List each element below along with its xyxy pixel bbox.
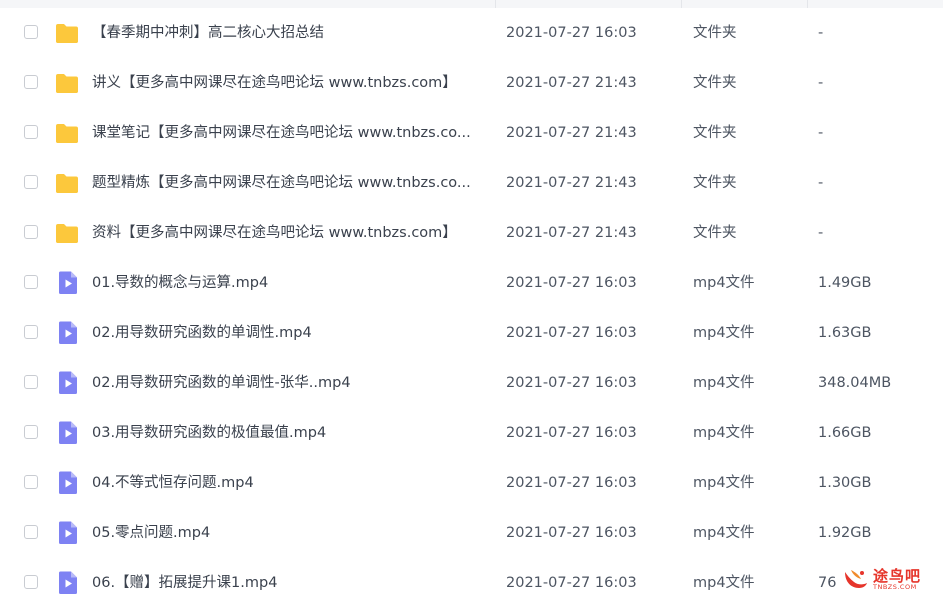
file-size: - [818, 25, 824, 41]
file-type: 文件夹 [693, 25, 737, 41]
file-type: mp4文件 [693, 425, 755, 441]
row-checkbox[interactable] [24, 325, 38, 339]
file-modified-date: 2021-07-27 21:43 [506, 75, 637, 91]
file-type: mp4文件 [693, 525, 755, 541]
file-type: mp4文件 [693, 575, 755, 591]
bird-logo-icon [841, 566, 869, 592]
file-name[interactable]: 题型精炼【更多高中网课尽在途鸟吧论坛 www.tnbzs.co... [92, 173, 487, 193]
file-modified-date: 2021-07-27 21:43 [506, 125, 637, 141]
file-row[interactable]: 资料【更多高中网课尽在途鸟吧论坛 www.tnbzs.com】 2021-07-… [0, 208, 943, 258]
video-file-icon [55, 571, 79, 594]
file-name[interactable]: 04.不等式恒存问题.mp4 [92, 473, 487, 493]
file-modified-date: 2021-07-27 16:03 [506, 475, 637, 491]
file-row[interactable]: 讲义【更多高中网课尽在途鸟吧论坛 www.tnbzs.com】 2021-07-… [0, 58, 943, 108]
file-type: mp4文件 [693, 325, 755, 341]
file-row[interactable]: 04.不等式恒存问题.mp4 2021-07-27 16:03 mp4文件 1.… [0, 458, 943, 508]
file-modified-date: 2021-07-27 16:03 [506, 325, 637, 341]
file-size: 1.30GB [818, 475, 872, 491]
row-checkbox[interactable] [24, 375, 38, 389]
file-modified-date: 2021-07-27 16:03 [506, 275, 637, 291]
file-size: 1.92GB [818, 525, 872, 541]
file-name[interactable]: 课堂笔记【更多高中网课尽在途鸟吧论坛 www.tnbzs.co... [92, 123, 487, 143]
file-modified-date: 2021-07-27 16:03 [506, 425, 637, 441]
file-size: 348.04MB [818, 375, 892, 391]
folder-icon [55, 222, 79, 244]
row-checkbox[interactable] [24, 475, 38, 489]
site-watermark: 途鸟吧 TNBZS.COM [839, 564, 935, 594]
file-name[interactable]: 02.用导数研究函数的单调性.mp4 [92, 323, 487, 343]
file-name[interactable]: 资料【更多高中网课尽在途鸟吧论坛 www.tnbzs.com】 [92, 223, 487, 243]
row-checkbox[interactable] [24, 225, 38, 239]
file-modified-date: 2021-07-27 16:03 [506, 575, 637, 591]
file-size: - [818, 125, 824, 141]
folder-icon [55, 122, 79, 144]
file-size: 1.63GB [818, 325, 872, 341]
file-size: 1.66GB [818, 425, 872, 441]
file-name[interactable]: 05.零点问题.mp4 [92, 523, 487, 543]
video-file-icon [55, 271, 79, 294]
file-type: mp4文件 [693, 275, 755, 291]
file-row[interactable]: 01.导数的概念与运算.mp4 2021-07-27 16:03 mp4文件 1… [0, 258, 943, 308]
file-row[interactable]: 02.用导数研究函数的单调性-张华..mp4 2021-07-27 16:03 … [0, 358, 943, 408]
video-file-icon [55, 471, 79, 494]
video-file-icon [55, 521, 79, 544]
file-row[interactable]: 题型精炼【更多高中网课尽在途鸟吧论坛 www.tnbzs.co... 2021-… [0, 158, 943, 208]
file-modified-date: 2021-07-27 16:03 [506, 25, 637, 41]
file-size: - [818, 75, 824, 91]
file-name[interactable]: 02.用导数研究函数的单调性-张华..mp4 [92, 373, 487, 393]
file-size: - [818, 175, 824, 191]
file-type: 文件夹 [693, 125, 737, 141]
file-name[interactable]: 【春季期中冲刺】高二核心大招总结 [92, 23, 487, 43]
video-file-icon [55, 321, 79, 344]
file-size: 1.49GB [818, 275, 872, 291]
row-checkbox[interactable] [24, 575, 38, 589]
file-name[interactable]: 03.用导数研究函数的极值最值.mp4 [92, 423, 487, 443]
folder-icon [55, 172, 79, 194]
file-type: 文件夹 [693, 225, 737, 241]
file-type: mp4文件 [693, 475, 755, 491]
file-type: 文件夹 [693, 75, 737, 91]
file-list: 【春季期中冲刺】高二核心大招总结 2021-07-27 16:03 文件夹 - … [0, 8, 943, 608]
file-row[interactable]: 03.用导数研究函数的极值最值.mp4 2021-07-27 16:03 mp4… [0, 408, 943, 458]
file-size: - [818, 225, 824, 241]
row-checkbox[interactable] [24, 125, 38, 139]
file-size: 76 [818, 575, 837, 591]
file-modified-date: 2021-07-27 16:03 [506, 525, 637, 541]
file-name[interactable]: 讲义【更多高中网课尽在途鸟吧论坛 www.tnbzs.com】 [92, 73, 487, 93]
file-row[interactable]: 02.用导数研究函数的单调性.mp4 2021-07-27 16:03 mp4文… [0, 308, 943, 358]
row-checkbox[interactable] [24, 75, 38, 89]
file-type: 文件夹 [693, 175, 737, 191]
folder-icon [55, 72, 79, 94]
file-type: mp4文件 [693, 375, 755, 391]
file-modified-date: 2021-07-27 21:43 [506, 225, 637, 241]
list-header-strip [0, 0, 943, 8]
row-checkbox[interactable] [24, 425, 38, 439]
file-row[interactable]: 05.零点问题.mp4 2021-07-27 16:03 mp4文件 1.92G… [0, 508, 943, 558]
file-row[interactable]: 课堂笔记【更多高中网课尽在途鸟吧论坛 www.tnbzs.co... 2021-… [0, 108, 943, 158]
watermark-domain: TNBZS.COM [873, 583, 917, 591]
video-file-icon [55, 371, 79, 394]
file-row[interactable]: 【春季期中冲刺】高二核心大招总结 2021-07-27 16:03 文件夹 - [0, 8, 943, 58]
file-name[interactable]: 06.【赠】拓展提升课1.mp4 [92, 573, 487, 593]
column-divider[interactable] [807, 0, 808, 8]
file-modified-date: 2021-07-27 21:43 [506, 175, 637, 191]
folder-icon [55, 22, 79, 44]
row-checkbox[interactable] [24, 275, 38, 289]
row-checkbox[interactable] [24, 525, 38, 539]
column-divider[interactable] [681, 0, 682, 8]
row-checkbox[interactable] [24, 25, 38, 39]
file-row[interactable]: 06.【赠】拓展提升课1.mp4 2021-07-27 16:03 mp4文件 … [0, 558, 943, 608]
file-name[interactable]: 01.导数的概念与运算.mp4 [92, 273, 487, 293]
row-checkbox[interactable] [24, 175, 38, 189]
file-modified-date: 2021-07-27 16:03 [506, 375, 637, 391]
video-file-icon [55, 421, 79, 444]
column-divider[interactable] [495, 0, 496, 8]
